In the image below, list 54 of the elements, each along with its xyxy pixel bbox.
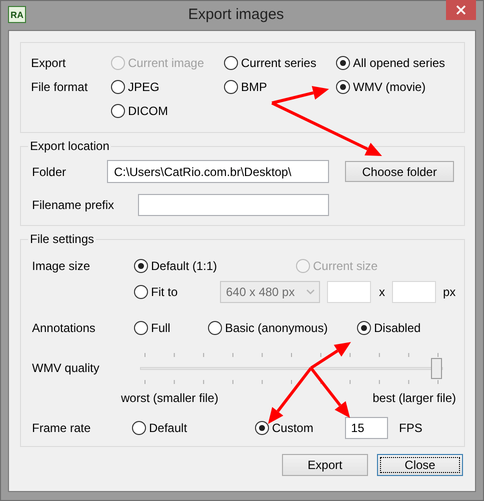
radio-option[interactable]: Disabled [357, 321, 421, 335]
scale-label: worst (smaller file) [121, 391, 218, 405]
radio-circle[interactable] [111, 80, 125, 94]
field-label: File format [31, 79, 89, 96]
field-label: Frame rate [32, 421, 92, 435]
folder-field[interactable]: C:\Users\CatRio.com.br\Desktop\ [107, 160, 329, 183]
group-title: Export location [29, 139, 110, 153]
choose-folder-button[interactable]: Choose folder [345, 161, 454, 182]
scale-label: best (larger file) [372, 391, 456, 405]
radio-option[interactable]: Full [134, 321, 208, 335]
radio-option[interactable]: All opened series [336, 56, 446, 70]
radio-option[interactable]: JPEG [111, 80, 224, 94]
fps-field[interactable]: 15 [345, 417, 388, 439]
radio-circle[interactable] [224, 56, 238, 70]
slider-thumb[interactable] [431, 358, 442, 379]
unit-label: px [443, 285, 456, 299]
radio-option[interactable]: Custom [255, 421, 345, 435]
app-logo: RA [8, 6, 26, 23]
radio-circle[interactable] [134, 285, 148, 299]
radio-circle[interactable] [134, 321, 148, 335]
radio-circle[interactable] [134, 259, 148, 273]
radio-option[interactable]: Default [132, 421, 255, 435]
window-title: Export images [187, 6, 285, 23]
radio-circle[interactable] [224, 80, 238, 94]
radio-option[interactable]: DICOM [111, 104, 224, 118]
radio-option[interactable]: Current series [224, 56, 336, 70]
radio-option[interactable]: Basic (anonymous) [208, 321, 357, 335]
radio-option[interactable]: Default (1:1) [134, 259, 296, 273]
radio-circle[interactable] [208, 321, 222, 335]
group-title: File settings [29, 232, 96, 246]
radio-circle[interactable] [111, 104, 125, 118]
radio-circle[interactable] [336, 56, 350, 70]
radio-option[interactable]: WMV (movie) [336, 80, 426, 94]
field-label: Export [31, 55, 67, 72]
close-button[interactable] [446, 0, 476, 20]
radio-option[interactable]: Fit to [134, 285, 220, 299]
times-label: x [379, 285, 385, 299]
radio-circle[interactable] [255, 421, 269, 435]
dialog-button[interactable]: Close [377, 454, 463, 476]
radio-circle[interactable] [336, 80, 350, 94]
field-label: Folder [32, 164, 68, 178]
field-label: Image size [32, 259, 92, 273]
radio-circle[interactable] [132, 421, 146, 435]
caret-icon [306, 289, 315, 295]
unit-label: FPS [399, 421, 422, 435]
prefix-field[interactable] [138, 194, 329, 216]
close-icon [456, 5, 466, 15]
field-label: WMV quality [32, 361, 100, 375]
radio-circle[interactable] [357, 321, 371, 335]
field-label: Filename prefix [32, 198, 116, 212]
radio-option[interactable]: BMP [224, 80, 336, 94]
slider[interactable] [140, 358, 443, 379]
dialog-button[interactable]: Export [282, 454, 368, 476]
field-label: Annotations [32, 321, 96, 335]
